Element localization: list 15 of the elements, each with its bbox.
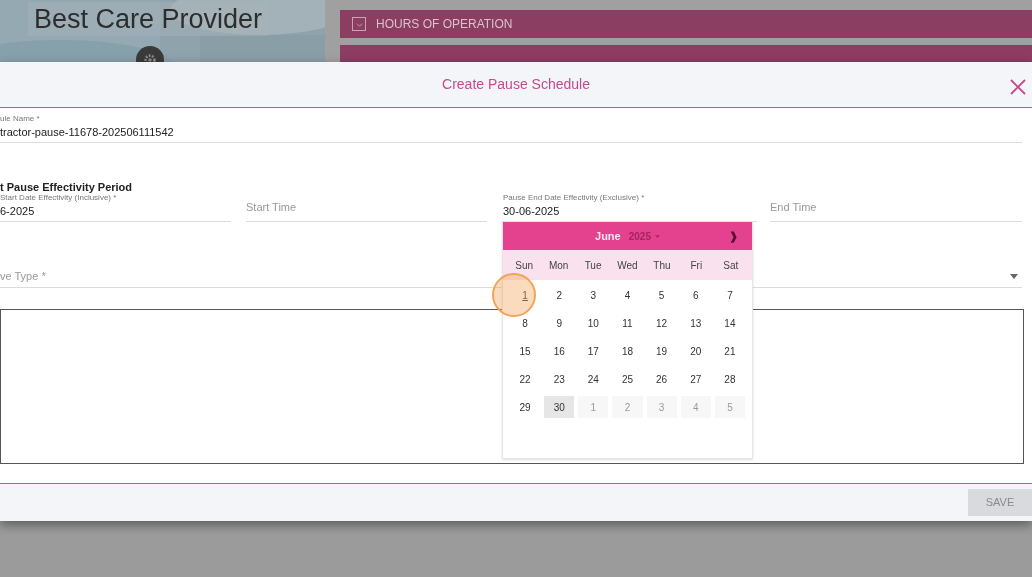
section-heading: t Pause Effectivity Period: [0, 180, 133, 195]
close-icon[interactable]: [1009, 78, 1027, 96]
calendar-day[interactable]: 30: [544, 396, 575, 418]
date-field[interactable]: Start Date Effectivity (Inclusive) * 6-2025: [0, 192, 231, 222]
month-label: June: [595, 228, 621, 244]
text-field[interactable]: ule Name * tractor-pause-11678-202506111542: [0, 114, 1022, 143]
next-month-button[interactable]: ❱: [729, 227, 738, 245]
checkbox-icon: [352, 17, 366, 31]
dialog-title: Create Pause Schedule: [442, 75, 590, 94]
click-highlight: [492, 273, 536, 317]
menu-label: HOURS OF OPERATION: [376, 16, 513, 33]
caret-icon: [654, 234, 660, 238]
caret-icon: [1010, 274, 1018, 279]
menu-bar[interactable]: HOURS OF OPERATION: [340, 10, 1032, 38]
provider-name: Best Care Provider: [28, 2, 269, 36]
